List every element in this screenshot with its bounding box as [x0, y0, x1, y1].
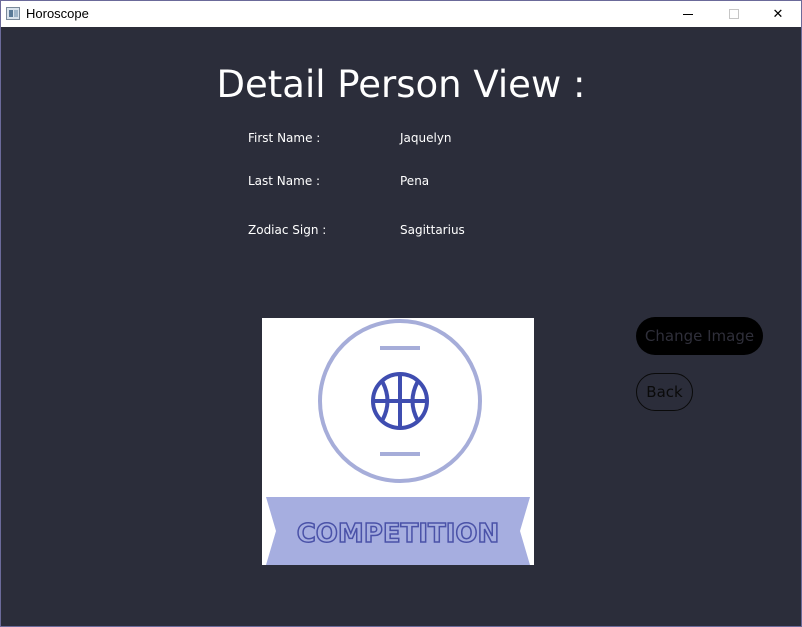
- minimize-button[interactable]: [665, 1, 711, 27]
- change-image-button[interactable]: Change Image: [636, 317, 763, 355]
- page-title: Detail Person View :: [216, 63, 586, 106]
- title-bar[interactable]: Horoscope ✕: [1, 1, 801, 27]
- window-title: Horoscope: [26, 6, 89, 21]
- minimize-icon: [683, 13, 693, 15]
- app-window: Horoscope ✕ Detail Person View : First N…: [0, 0, 802, 627]
- last-name-value: Pena: [400, 174, 430, 188]
- competition-badge-image: COMPETITION: [266, 319, 530, 565]
- person-image: COMPETITION: [262, 318, 534, 565]
- close-icon: ✕: [772, 6, 784, 22]
- basketball-icon: [371, 372, 429, 430]
- first-name-label: First Name :: [248, 131, 321, 145]
- banner-text: COMPETITION: [297, 519, 500, 549]
- zodiac-sign-label: Zodiac Sign :: [248, 223, 327, 237]
- last-name-label: Last Name :: [248, 174, 321, 188]
- zodiac-sign-value: Sagittarius: [400, 223, 465, 237]
- app-icon: [6, 7, 20, 20]
- first-name-value: Jaquelyn: [400, 131, 452, 145]
- maximize-icon: [729, 9, 739, 19]
- maximize-button[interactable]: [711, 1, 757, 27]
- back-button[interactable]: Back: [636, 373, 693, 411]
- close-button[interactable]: ✕: [755, 1, 801, 27]
